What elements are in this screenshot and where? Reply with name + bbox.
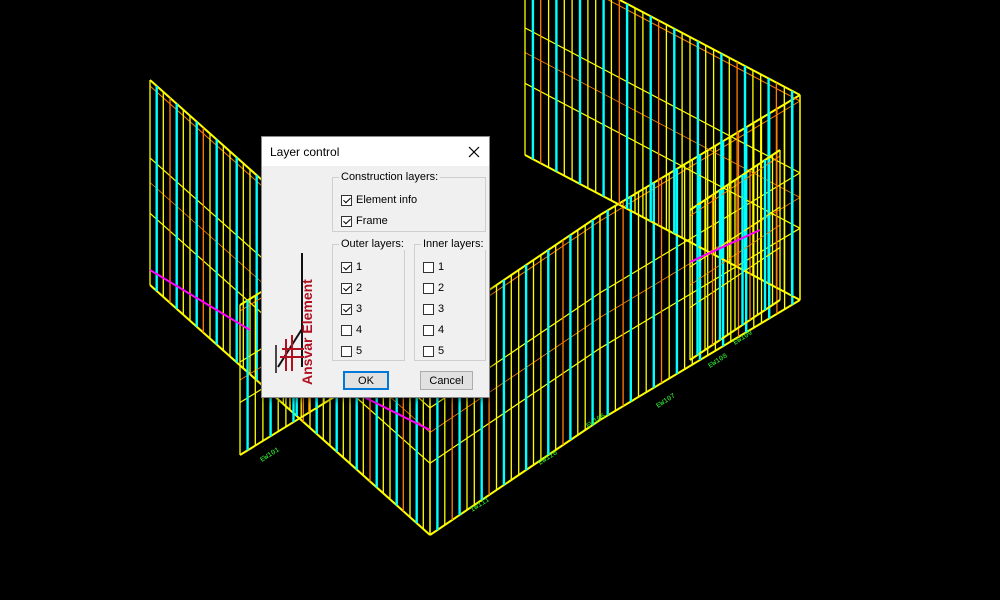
checkbox-box[interactable] bbox=[423, 303, 434, 315]
checkbox-box[interactable] bbox=[341, 303, 352, 315]
element-label: EW106 bbox=[585, 412, 607, 430]
checkbox-label: Element info bbox=[356, 194, 418, 206]
checkbox-box[interactable] bbox=[423, 261, 434, 273]
checkbox-inner-4[interactable]: 4 bbox=[423, 323, 444, 337]
checkbox-label: 3 bbox=[356, 303, 363, 315]
checkbox-box[interactable] bbox=[423, 282, 434, 294]
checkbox-frame[interactable]: Frame bbox=[341, 214, 388, 228]
checkbox-box[interactable] bbox=[423, 345, 434, 357]
element-label: EW109 bbox=[732, 329, 754, 347]
checkbox-box[interactable] bbox=[341, 282, 352, 294]
header-beam bbox=[149, 269, 251, 331]
checkbox-element-info[interactable]: Element info bbox=[341, 193, 417, 207]
bottom-plate bbox=[429, 419, 601, 536]
construction-layers-group: Construction layers: Element info Frame bbox=[332, 171, 486, 232]
checkbox-label: Frame bbox=[356, 215, 388, 227]
cancel-button[interactable]: Cancel bbox=[420, 371, 473, 390]
checkbox-outer-5[interactable]: 5 bbox=[341, 344, 362, 358]
checkbox-inner-1[interactable]: 1 bbox=[423, 260, 444, 274]
checkbox-label: 3 bbox=[438, 303, 445, 315]
double-top-plate bbox=[607, 0, 801, 102]
wall-frame-drawing[interactable]: EW101IW111EW120EW106EW107EW108EW109 bbox=[0, 0, 1000, 600]
ok-button[interactable]: OK bbox=[343, 371, 389, 390]
element-label: EW108 bbox=[707, 352, 729, 370]
dialog-titlebar[interactable]: Layer control bbox=[262, 137, 489, 166]
checkbox-label: 2 bbox=[438, 282, 445, 294]
checkbox-label: 4 bbox=[356, 324, 363, 336]
nogging bbox=[524, 82, 801, 229]
checkbox-outer-1[interactable]: 1 bbox=[341, 260, 362, 274]
checkbox-outer-3[interactable]: 3 bbox=[341, 302, 362, 316]
inner-layers-group: Inner layers: 1 2 3 4 5 bbox=[414, 238, 486, 361]
construction-layers-label: Construction layers: bbox=[339, 171, 441, 183]
logo-text: Ansvar Element bbox=[299, 279, 315, 385]
checkbox-inner-3[interactable]: 3 bbox=[423, 302, 444, 316]
checkbox-inner-5[interactable]: 5 bbox=[423, 344, 444, 358]
close-button[interactable] bbox=[459, 137, 489, 166]
inner-layers-label: Inner layers: bbox=[421, 238, 486, 250]
checkbox-outer-2[interactable]: 2 bbox=[341, 281, 362, 295]
checkbox-box[interactable] bbox=[341, 261, 352, 273]
checkbox-box[interactable] bbox=[341, 215, 352, 227]
nogging bbox=[524, 27, 801, 174]
checkbox-label: 2 bbox=[356, 282, 363, 294]
checkbox-box[interactable] bbox=[341, 345, 352, 357]
top-plate bbox=[617, 0, 801, 96]
logo-graphic: Ansvar Element bbox=[275, 253, 315, 385]
dialog-title: Layer control bbox=[270, 145, 340, 159]
ansvar-element-logo: Ansvar Element bbox=[272, 249, 328, 389]
checkbox-inner-2[interactable]: 2 bbox=[423, 281, 444, 295]
cad-viewport[interactable]: EW101 IW111 EW120 EW106 EW107 EW108 EW109 bbox=[0, 0, 1000, 600]
close-icon bbox=[468, 146, 480, 157]
checkbox-box[interactable] bbox=[423, 324, 434, 336]
checkbox-label: 4 bbox=[438, 324, 445, 336]
outer-layers-group: Outer layers: 1 2 3 4 5 bbox=[332, 238, 406, 361]
outer-layers-label: Outer layers: bbox=[339, 238, 406, 250]
checkbox-outer-4[interactable]: 4 bbox=[341, 323, 362, 337]
element-label: EW107 bbox=[655, 392, 677, 410]
checkbox-box[interactable] bbox=[341, 194, 352, 206]
checkbox-box[interactable] bbox=[341, 324, 352, 336]
checkbox-label: 5 bbox=[438, 345, 445, 357]
element-label: IW111 bbox=[469, 496, 491, 514]
checkbox-label: 5 bbox=[356, 345, 363, 357]
checkbox-label: 1 bbox=[356, 261, 363, 273]
layer-control-dialog: Layer control Construction layers: Eleme… bbox=[261, 136, 490, 398]
checkbox-label: 1 bbox=[438, 261, 445, 273]
element-label: EW101 bbox=[259, 446, 281, 464]
